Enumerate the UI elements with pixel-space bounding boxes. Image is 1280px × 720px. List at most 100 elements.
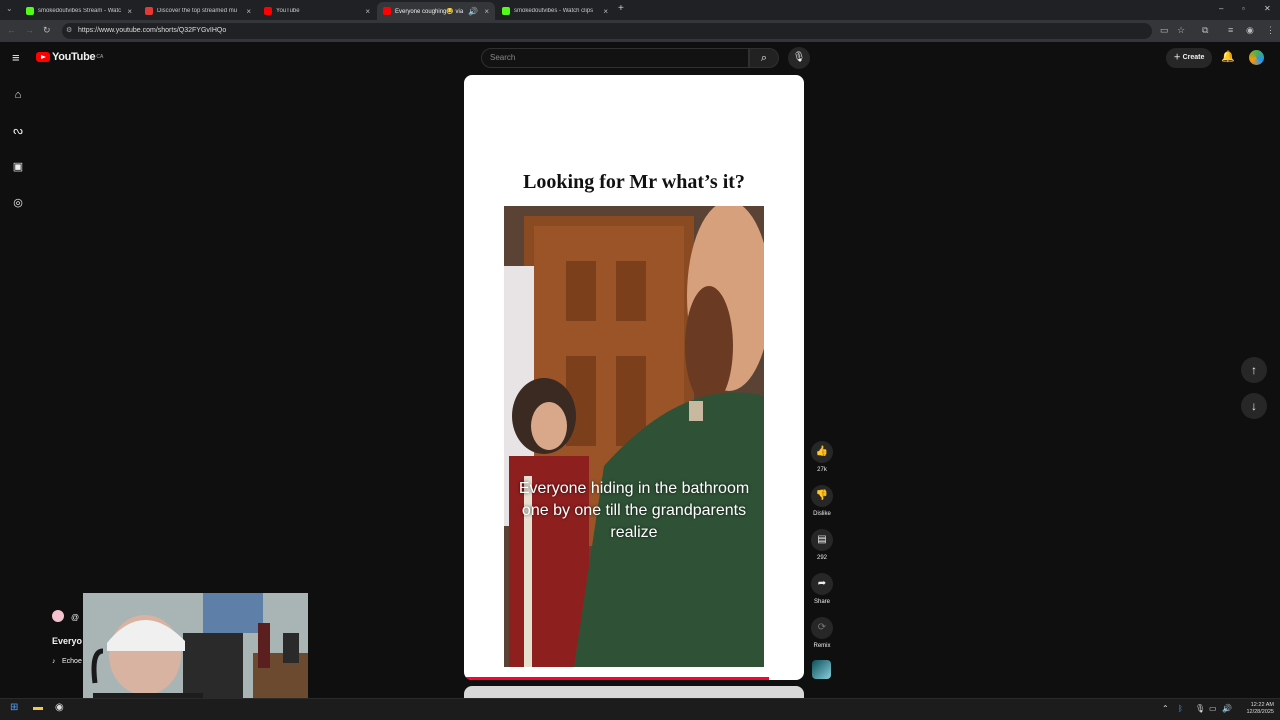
arrow-up-icon: ↑	[1251, 363, 1257, 377]
video-scene-image	[504, 206, 764, 667]
channel-handle[interactable]: @	[71, 613, 79, 622]
notifications-bell-icon[interactable]: 🔔	[1221, 50, 1235, 63]
remix-icon: ⟳	[811, 617, 833, 639]
tab-title: Everyone coughing😂 via	[395, 8, 464, 15]
shorts-player[interactable]: Looking for Mr what’s it? Everyone hidin…	[464, 75, 804, 680]
profile-icon[interactable]: ◉	[1246, 25, 1254, 35]
shorts-icon[interactable]: ᔓ	[11, 124, 25, 138]
tab-title: smokedoutvibes - Watch clips	[514, 8, 594, 14]
avatar[interactable]	[1249, 50, 1264, 65]
browser-tab-5[interactable]: smokedoutvibes - Watch clips ×	[496, 2, 614, 20]
close-tab-icon[interactable]: ×	[246, 7, 251, 16]
clock-date: 12/28/2025	[1246, 709, 1274, 715]
minimize-icon[interactable]: –	[1219, 4, 1223, 13]
video-frame[interactable]: Everyone hiding in the bathroom one by o…	[504, 206, 764, 667]
url-text: https://www.youtube.com/shorts/Q32FYGvIH…	[78, 27, 227, 34]
kick-favicon-icon	[502, 7, 510, 15]
windows-start-icon[interactable]: ⊞	[10, 702, 18, 713]
microphone-tray-icon[interactable]: 🎙	[1195, 704, 1205, 713]
you-account-icon[interactable]: ◎	[11, 196, 25, 210]
remix-button[interactable]: ⟳ Remix	[808, 617, 836, 649]
create-button[interactable]: ＋ Create	[1166, 48, 1212, 68]
sound-thumbnail[interactable]	[812, 660, 831, 679]
browser-toolbar: ← → ↻ ⚙ https://www.youtube.com/shorts/Q…	[0, 20, 1280, 42]
cast-icon[interactable]: ▭	[1160, 25, 1169, 35]
dislike-label: Dislike	[813, 511, 831, 517]
kick-favicon-icon	[26, 7, 34, 15]
windows-taskbar: ⊞ ▬ ◉ ⌃ ᛒ 🎙 ▭ 🔊 12:22 AM 12/28/2025	[0, 698, 1280, 720]
bluetooth-icon[interactable]: ᛒ	[1178, 704, 1183, 713]
close-tab-icon[interactable]: ×	[127, 7, 132, 16]
youtube-logo[interactable]: YouTube CA	[36, 51, 103, 63]
address-bar[interactable]: ⚙ https://www.youtube.com/shorts/Q32FYGv…	[62, 23, 1152, 39]
share-label: Share	[813, 599, 830, 605]
browser-tab-2[interactable]: Discover the top streamed mu ×	[139, 2, 257, 20]
tray-expand-icon[interactable]: ⌃	[1162, 704, 1169, 713]
tab-list-icon[interactable]: ⌄	[6, 4, 13, 13]
restore-icon[interactable]: ▫	[1242, 4, 1245, 13]
comment-icon: ▤	[811, 529, 833, 551]
youtube-favicon-icon	[383, 7, 391, 15]
short-title: Everyo	[52, 636, 83, 646]
share-button[interactable]: ➦ Share	[808, 573, 836, 605]
music-title[interactable]: Echoe	[62, 658, 82, 665]
tab-title: YouTube	[276, 8, 300, 14]
system-clock[interactable]: 12:22 AM 12/28/2025	[1238, 702, 1274, 716]
like-count: 27k	[817, 467, 827, 473]
chrome-icon[interactable]: ◉	[55, 702, 64, 713]
browser-tab-strip: ⌄ smokedoutvibes Stream - Watc × Discove…	[0, 0, 1280, 20]
close-tab-icon[interactable]: ×	[603, 7, 608, 16]
create-label: Create	[1182, 54, 1205, 61]
file-explorer-icon[interactable]: ▬	[33, 702, 43, 713]
close-tab-icon[interactable]: ×	[484, 7, 489, 16]
music-note-icon: ♪	[52, 658, 56, 665]
close-tab-icon[interactable]: ×	[365, 7, 370, 16]
previous-short-button[interactable]: ↑	[1241, 357, 1267, 383]
search-button[interactable]: ⌕	[749, 48, 779, 68]
comments-button[interactable]: ▤ 292	[808, 529, 836, 561]
search-input[interactable]: Search	[481, 48, 749, 68]
comment-count: 292	[816, 555, 827, 561]
close-window-icon[interactable]: ✕	[1264, 4, 1271, 13]
dislike-button[interactable]: 👎 Dislike	[808, 485, 836, 517]
bookmark-star-icon[interactable]: ☆	[1177, 25, 1185, 35]
reload-icon[interactable]: ↻	[43, 25, 51, 35]
thumbs-up-icon: 👍	[811, 441, 833, 463]
youtube-favicon-icon	[264, 7, 272, 15]
media-control-icon[interactable]: ≡	[1228, 25, 1233, 35]
channel-avatar[interactable]	[52, 610, 64, 622]
browser-tab-4-active[interactable]: Everyone coughing😂 via 🔊 ×	[377, 2, 495, 20]
browser-tab-1[interactable]: smokedoutvibes Stream - Watc ×	[20, 2, 138, 20]
logo-text: YouTube	[52, 51, 96, 63]
music-favicon-icon	[145, 7, 153, 15]
like-button[interactable]: 👍 27k	[808, 441, 836, 473]
playback-progress-bar[interactable]	[464, 677, 769, 680]
browser-tab-3[interactable]: YouTube ×	[258, 2, 376, 20]
forward-icon[interactable]: →	[25, 25, 34, 35]
tab-title: Discover the top streamed mu	[157, 8, 238, 14]
hamburger-menu-icon[interactable]: ≡	[12, 50, 20, 65]
plus-icon: ＋	[1173, 54, 1181, 61]
search-icon: ⌕	[760, 52, 768, 64]
extensions-icon[interactable]: ⧉	[1202, 25, 1208, 35]
video-heading-text: Looking for Mr what’s it?	[523, 171, 745, 193]
new-tab-icon[interactable]: +	[618, 3, 624, 14]
arrow-down-icon: ↓	[1251, 399, 1257, 413]
clock-time: 12:22 AM	[1250, 702, 1274, 708]
home-icon[interactable]: ⌂	[11, 88, 25, 102]
volume-icon[interactable]: 🔊	[1222, 704, 1232, 713]
back-icon[interactable]: ←	[7, 25, 16, 35]
network-icon[interactable]: ▭	[1209, 704, 1217, 713]
thumbs-down-icon: 👎	[811, 485, 833, 507]
video-caption-text: Everyone hiding in the bathroom one by o…	[518, 480, 750, 541]
microphone-icon: 🎙	[792, 52, 806, 63]
region-code: CA	[96, 54, 104, 60]
voice-search-button[interactable]: 🎙	[788, 47, 810, 69]
subscriptions-icon[interactable]: ▣	[11, 160, 25, 174]
youtube-header: ≡ YouTube CA Search ⌕ 🎙 ＋ Create 🔔	[0, 42, 1280, 74]
audio-playing-icon[interactable]: 🔊	[468, 7, 478, 16]
youtube-play-logo-icon	[36, 52, 50, 62]
menu-kebab-icon[interactable]: ⋮	[1266, 25, 1275, 35]
next-short-button[interactable]: ↓	[1241, 393, 1267, 419]
site-info-icon[interactable]: ⚙	[66, 23, 72, 39]
